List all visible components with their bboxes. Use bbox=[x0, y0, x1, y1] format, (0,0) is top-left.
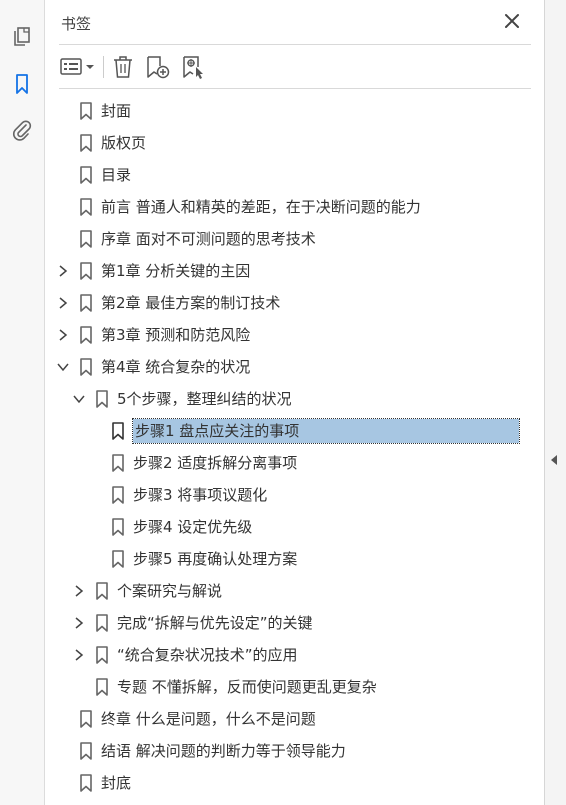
chevron-right-icon[interactable] bbox=[73, 649, 85, 661]
chevron-right-icon[interactable] bbox=[73, 585, 85, 597]
bookmark-item[interactable]: 步骤2 适度拆解分离事项 bbox=[45, 448, 544, 478]
bookmark-item[interactable]: 第3章 预测和防范风险 bbox=[45, 320, 544, 350]
bookmark-label: 完成“拆解与优先设定”的关键 bbox=[117, 614, 313, 632]
chevron-down-icon[interactable] bbox=[57, 361, 69, 373]
bookmark-label: 第1章 分析关键的主因 bbox=[101, 262, 251, 280]
bookmark-item[interactable]: 第2章 最佳方案的制订技术 bbox=[45, 288, 544, 318]
bookmark-label: 第3章 预测和防范风险 bbox=[101, 326, 251, 344]
chevron-right-icon[interactable] bbox=[73, 617, 85, 629]
bookmark-label: 步骤4 设定优先级 bbox=[133, 518, 253, 536]
bookmark-item[interactable]: 步骤4 设定优先级 bbox=[45, 512, 544, 542]
bookmark-label: 专题 不懂拆解，反而使问题更乱更复杂 bbox=[117, 678, 377, 696]
chevron-down-icon[interactable] bbox=[73, 393, 85, 405]
bookmark-item[interactable]: 前言 普通人和精英的差距，在于决断问题的能力 bbox=[45, 192, 544, 222]
bookmark-label: 5个步骤，整理纠结的状况 bbox=[117, 390, 292, 408]
bookmark-icon bbox=[96, 614, 108, 632]
bookmark-label: 步骤5 再度确认处理方案 bbox=[133, 550, 298, 568]
bookmark-item[interactable]: “统合复杂状况技术”的应用 bbox=[45, 640, 544, 670]
bookmark-icon bbox=[80, 742, 92, 760]
bookmark-icon bbox=[112, 454, 124, 472]
bookmarks-panel: 书签 封面版权页目录前言 普通人和精英的差距，在于决断问题的能力 序章 面对不可测… bbox=[45, 0, 544, 805]
bookmark-item[interactable]: 目录 bbox=[45, 160, 544, 190]
bookmark-item[interactable]: 5个步骤，整理纠结的状况 bbox=[45, 384, 544, 414]
bookmark-label: 封底 bbox=[101, 774, 132, 792]
bookmark-item[interactable]: 终章 什么是问题，什么不是问题 bbox=[45, 704, 544, 734]
bookmark-item[interactable]: 第1章 分析关键的主因 bbox=[45, 256, 544, 286]
bookmark-icon bbox=[80, 134, 92, 152]
bookmark-icon bbox=[80, 166, 92, 184]
bookmark-icon bbox=[96, 678, 108, 696]
bookmark-icon bbox=[80, 102, 92, 120]
panel-resize-edge[interactable] bbox=[544, 0, 566, 805]
new-bookmark-from-structure-icon[interactable] bbox=[181, 54, 207, 80]
bookmark-icon bbox=[80, 262, 92, 280]
bookmark-item[interactable]: 封底 bbox=[45, 768, 544, 798]
bookmark-label: 个案研究与解说 bbox=[117, 582, 223, 600]
bookmark-label: 步骤3 将事项议题化 bbox=[133, 486, 268, 504]
bookmark-label: 目录 bbox=[101, 166, 132, 184]
bookmark-icon bbox=[112, 486, 124, 504]
bookmark-item[interactable]: 结语 解决问题的判断力等于领导能力 bbox=[45, 736, 544, 766]
bookmark-item[interactable]: 第4章 统合复杂的状况 bbox=[45, 352, 544, 382]
bookmark-icon bbox=[80, 294, 92, 312]
bookmark-icon bbox=[80, 198, 92, 216]
bookmark-item[interactable]: 个案研究与解说 bbox=[45, 576, 544, 606]
bookmark-icon bbox=[112, 518, 124, 536]
header-divider bbox=[59, 44, 531, 45]
bookmark-icon bbox=[96, 390, 108, 408]
collapse-panel-icon[interactable] bbox=[551, 455, 557, 465]
bookmark-icon bbox=[80, 230, 92, 248]
delete-icon[interactable] bbox=[111, 54, 135, 80]
bookmark-icon bbox=[80, 358, 92, 376]
toolbar-divider bbox=[59, 88, 531, 89]
bookmark-label: 第4章 统合复杂的状况 bbox=[101, 358, 251, 376]
bookmark-icon bbox=[80, 710, 92, 728]
chevron-right-icon[interactable] bbox=[57, 329, 69, 341]
pages-icon[interactable] bbox=[10, 24, 34, 48]
bookmark-item[interactable]: 版权页 bbox=[45, 128, 544, 158]
bookmark-label: 步骤2 适度拆解分离事项 bbox=[133, 454, 298, 472]
panel-title: 书签 bbox=[61, 15, 92, 33]
bookmark-label: 序章 面对不可测问题的思考技术 bbox=[101, 230, 316, 248]
chevron-right-icon[interactable] bbox=[57, 297, 69, 309]
bookmark-icon bbox=[80, 326, 92, 344]
bookmark-label: 结语 解决问题的判断力等于领导能力 bbox=[101, 742, 346, 760]
navigation-rail bbox=[0, 0, 45, 805]
bookmark-label: 第2章 最佳方案的制订技术 bbox=[101, 294, 281, 312]
new-bookmark-icon[interactable] bbox=[145, 54, 171, 80]
bookmark-label: 前言 普通人和精英的差距，在于决断问题的能力 bbox=[101, 198, 421, 216]
bookmark-item[interactable]: 完成“拆解与优先设定”的关键 bbox=[45, 608, 544, 638]
bookmarks-icon[interactable] bbox=[10, 72, 34, 96]
bookmark-icon bbox=[112, 422, 124, 440]
bookmark-icon bbox=[112, 550, 124, 568]
bookmark-label: 步骤1 盘点应关注的事项 bbox=[131, 418, 521, 444]
toolbar-separator bbox=[103, 56, 104, 78]
bookmark-item[interactable]: 序章 面对不可测问题的思考技术 bbox=[45, 224, 544, 254]
bookmark-item[interactable]: 步骤5 再度确认处理方案 bbox=[45, 544, 544, 574]
bookmark-item[interactable]: 专题 不懂拆解，反而使问题更乱更复杂 bbox=[45, 672, 544, 702]
bookmark-item[interactable]: 步骤3 将事项议题化 bbox=[45, 480, 544, 510]
bookmark-icon bbox=[96, 582, 108, 600]
bookmark-icon bbox=[80, 774, 92, 792]
bookmark-label: 版权页 bbox=[101, 134, 147, 152]
attachments-icon[interactable] bbox=[10, 118, 34, 142]
bookmark-label: “统合复杂状况技术”的应用 bbox=[117, 646, 298, 664]
bookmark-label: 终章 什么是问题，什么不是问题 bbox=[101, 710, 316, 728]
bookmark-item[interactable]: 步骤1 盘点应关注的事项 bbox=[45, 416, 544, 446]
close-icon[interactable] bbox=[503, 12, 521, 30]
chevron-right-icon[interactable] bbox=[57, 265, 69, 277]
options-menu-icon[interactable] bbox=[59, 54, 97, 80]
bookmark-label: 封面 bbox=[101, 102, 132, 120]
bookmark-icon bbox=[96, 646, 108, 664]
bookmark-item[interactable]: 封面 bbox=[45, 96, 544, 126]
